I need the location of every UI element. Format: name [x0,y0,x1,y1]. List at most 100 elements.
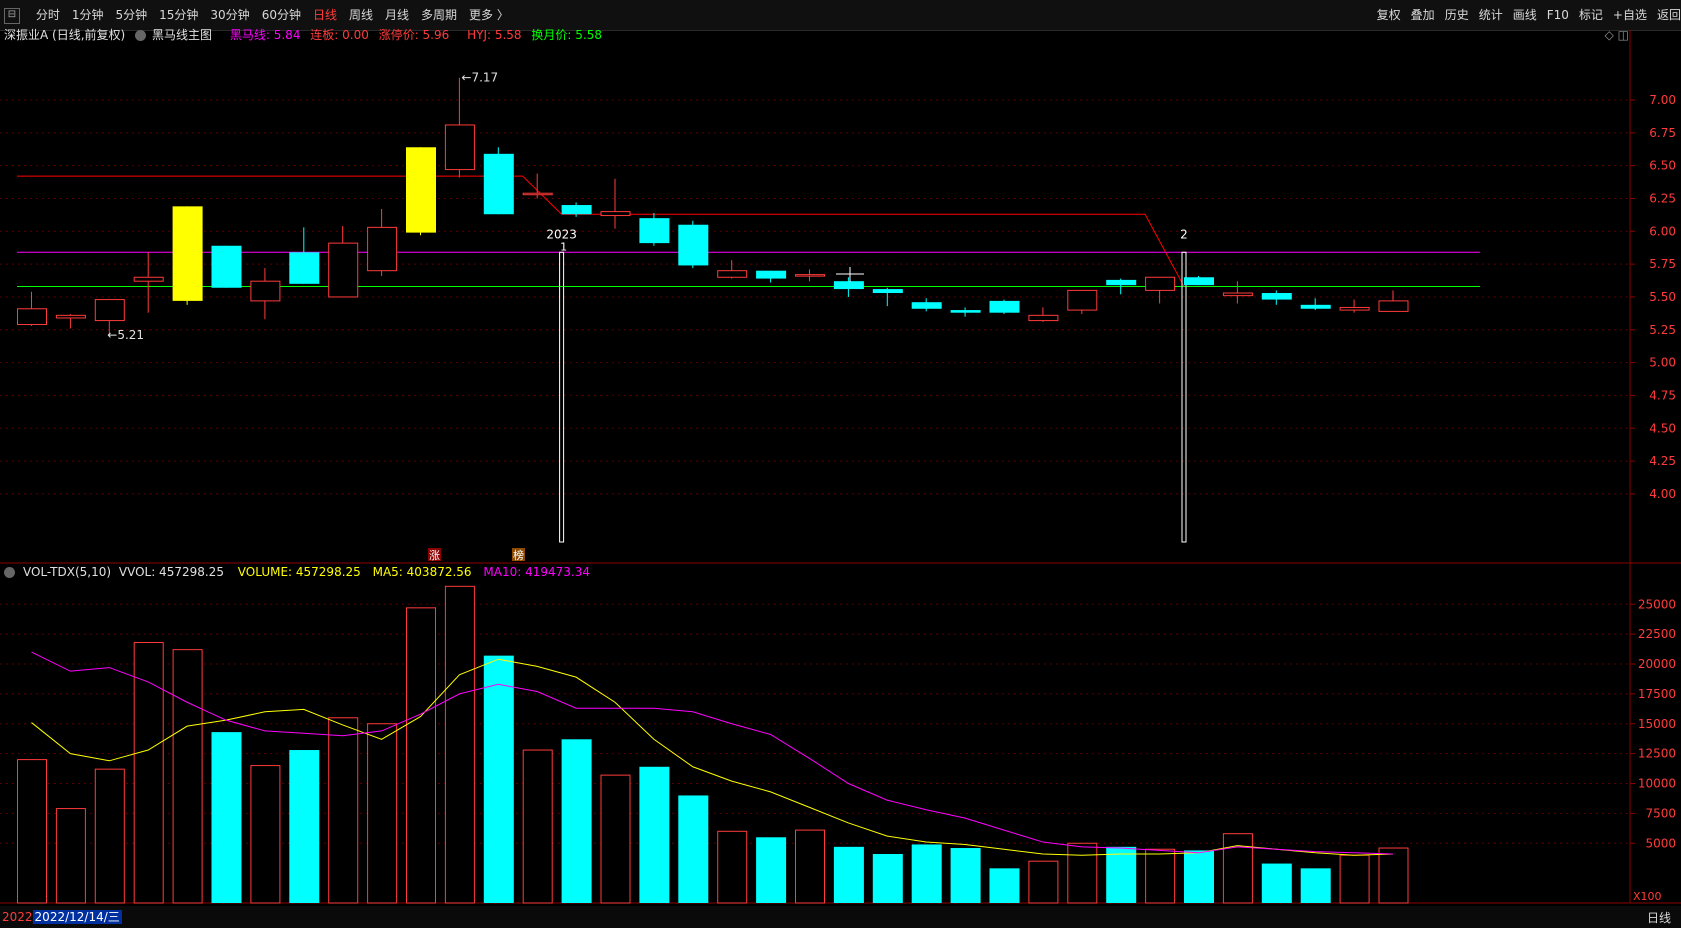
candle-body-33 [1300,304,1331,309]
volume-bar-15 [600,774,631,904]
candle-body-10 [406,147,436,233]
candle-body-0 [17,308,47,326]
month-marker-1-small: 1 [560,240,567,253]
candle-body-28 [1106,279,1137,286]
volume-bar-13 [522,749,553,904]
month-marker-2-bar [1181,251,1187,543]
volume-bar-9 [367,723,398,904]
volume-bar-24 [950,848,981,903]
volume-bar-16 [639,766,670,903]
volume-bar-5 [211,732,242,903]
volume-bar-1 [55,808,86,904]
volume-tick-label-6: 20000 [1638,657,1676,671]
candle-body-23 [911,302,942,309]
candle-body-18 [717,270,748,278]
volume-tick-label-2: 10000 [1638,777,1676,791]
candle-body-6 [250,280,281,302]
volume-bar-35 [1378,847,1409,904]
candle-body-15 [600,211,631,217]
candle-body-11 [444,124,475,171]
volume-bar-21 [833,846,864,903]
price-tick-label-5: 5.25 [1649,323,1676,337]
candle-body-9 [367,226,398,272]
volume-bar-0 [17,759,47,904]
bang-marker-text: 榜 [513,548,524,562]
low-price-label: ←5.21 [107,328,144,342]
volume-bar-22 [872,854,903,903]
volume-bar-29 [1145,848,1176,904]
candle-body-3 [133,276,164,282]
candle-body-21 [833,281,864,290]
price-tick-label-9: 6.25 [1649,191,1676,205]
price-tick-label-0: 4.00 [1649,487,1676,501]
volume-unit-label: X100 [1633,890,1662,903]
date-prefix: 2022 [2,910,33,924]
price-tick-label-3: 4.75 [1649,388,1676,402]
candle-body-22 [872,289,903,294]
candle-body-31 [1222,292,1253,297]
price-tick-label-7: 5.75 [1649,257,1676,271]
candle-body-32 [1261,293,1292,300]
volume-bar-25 [989,868,1020,903]
candle-body-13 [522,192,553,196]
candle-body-1 [55,314,86,319]
volume-bar-11 [444,585,475,904]
zhang-marker-text: 涨 [429,549,440,562]
high-price-label: ←7.17 [461,71,498,85]
volume-tick-label-5: 17500 [1638,687,1676,701]
volume-tick-label-4: 15000 [1638,717,1676,731]
candle-body-34 [1339,306,1370,311]
candle-body-26 [1028,314,1059,322]
candle-body-35 [1378,300,1409,312]
volume-bar-2 [94,768,125,904]
candle-body-24 [950,310,981,313]
volume-bar-6 [250,765,281,904]
volume-bar-30 [1184,850,1214,903]
volume-bar-7 [289,750,320,903]
price-tick-label-6: 5.50 [1649,290,1676,304]
volume-bar-10 [406,607,436,904]
candle-body-25 [989,300,1020,313]
candle-body-8 [328,242,359,298]
price-tick-label-2: 4.50 [1649,421,1676,435]
date-axis-label: 2022 2022/12/14/三 [2,908,122,925]
candle-body-27 [1067,289,1098,311]
candle-body-17 [678,224,709,266]
volume-bar-17 [678,795,709,903]
stock-chart-svg[interactable]: 4.00 4.25 4.50 4.75 5.00 5.25 5.50 5.75 6.00 6.25… [0,0,1681,928]
volume-tick-label-3: 12500 [1638,747,1676,761]
candle-body-14 [561,205,592,215]
candle-body-16 [639,218,670,244]
volume-bar-14 [561,739,592,903]
month-marker-2-label: 2 [1180,227,1188,241]
volume-bar-23 [911,844,942,903]
price-tick-label-12: 7.00 [1649,93,1676,107]
volume-bar-28 [1106,846,1137,903]
volume-bar-18 [717,830,748,904]
period-label[interactable]: 日线 [1647,909,1671,926]
price-tick-label-1: 4.25 [1649,454,1676,468]
month-marker-2023-label: 2023 [546,227,577,241]
candle-body-29 [1145,276,1176,291]
volume-bar-20 [795,829,825,904]
price-tick-label-4: 5.00 [1649,356,1676,370]
candle-body-5 [211,245,242,288]
selected-date: 2022/12/14/三 [32,910,122,924]
candle-body-12 [483,153,514,215]
candle-body-30 [1184,277,1214,286]
volume-tick-label-0: 5000 [1645,836,1676,850]
volume-bar-31 [1222,833,1253,904]
candle-body-4 [172,206,203,301]
volume-bar-33 [1300,868,1331,903]
volume-bar-4 [172,649,203,904]
price-tick-label-11: 6.75 [1649,126,1676,140]
volume-tick-label-8: 25000 [1638,597,1676,611]
volume-bar-26 [1028,860,1059,904]
volume-bar-3 [133,641,164,904]
month-marker-2023-bar [559,251,565,543]
volume-bar-19 [756,837,787,903]
volume-bar-27 [1067,842,1098,904]
volume-bar-8 [328,717,359,904]
candle-body-19 [756,270,787,279]
price-tick-label-8: 6.00 [1649,224,1676,238]
